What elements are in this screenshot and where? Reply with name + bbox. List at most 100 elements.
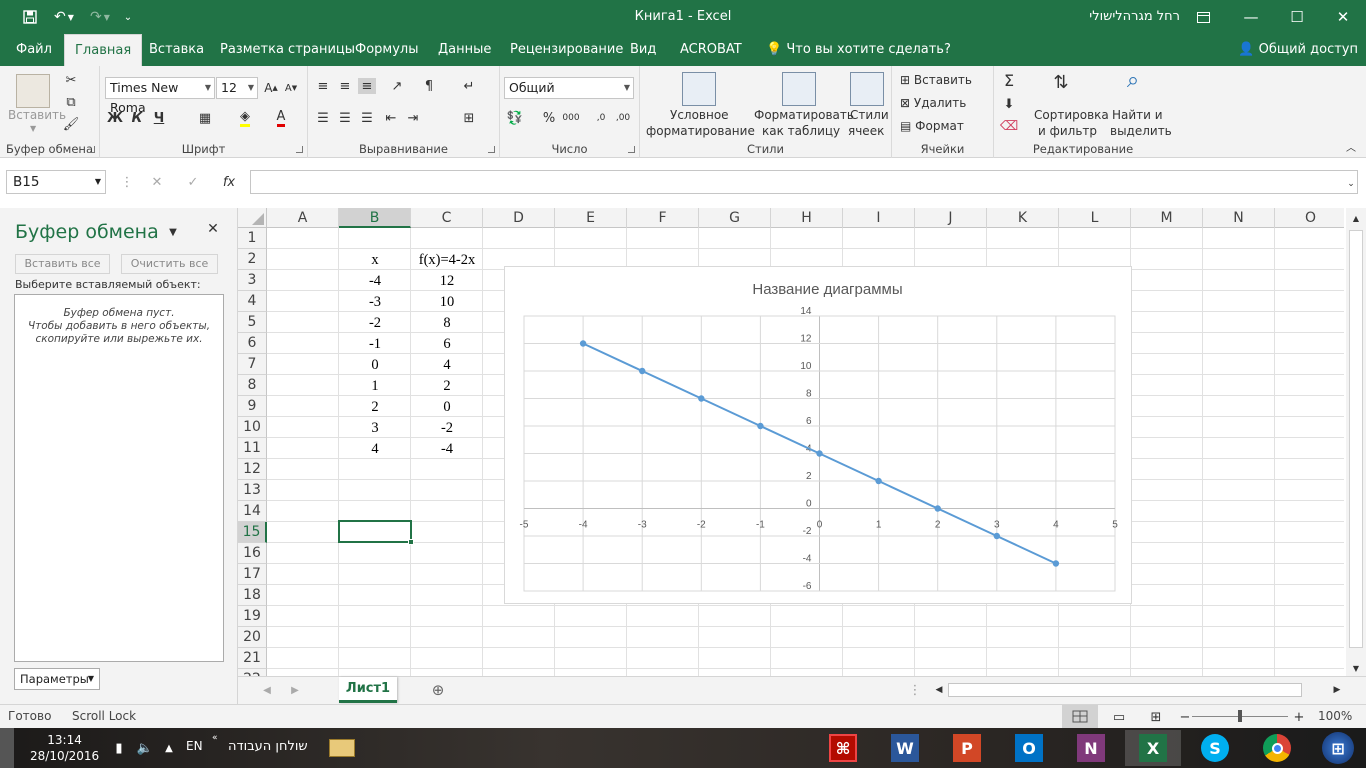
cell-c6[interactable]: 6 — [411, 334, 483, 355]
format-as-table-icon[interactable] — [782, 72, 816, 106]
ribbon-display-icon[interactable] — [1180, 0, 1226, 34]
find-select-label-1[interactable]: Найти и — [1112, 108, 1163, 122]
zoom-in-icon[interactable]: + — [1290, 709, 1308, 725]
tab-acrobat[interactable]: ACROBAT — [670, 34, 752, 66]
format-as-table-label-1[interactable]: Форматировать — [754, 108, 854, 122]
tab-view[interactable]: Вид — [620, 34, 666, 66]
row-header-4[interactable]: 4 — [238, 291, 267, 312]
zoom-level[interactable]: 100% — [1318, 709, 1352, 723]
clear-icon[interactable]: ⌫ — [1000, 118, 1018, 134]
insert-function-icon[interactable]: fx — [220, 174, 238, 190]
alignment-launcher-icon[interactable] — [488, 146, 495, 153]
cell-styles-icon[interactable] — [850, 72, 884, 106]
prev-sheet-icon[interactable]: ◀ — [258, 682, 276, 698]
decrease-decimal-icon[interactable]: ,00 — [614, 110, 632, 126]
font-size-combo[interactable]: 12 ▼ — [216, 77, 258, 99]
tab-formulas[interactable]: Формулы — [345, 34, 428, 66]
borders-icon[interactable]: ▦ — [196, 110, 214, 126]
collapse-ribbon-icon[interactable]: ︿ — [1342, 138, 1360, 154]
paste-all-button[interactable]: Вставить все — [15, 254, 110, 274]
cell-b5[interactable]: -2 — [339, 313, 411, 334]
column-header-f[interactable]: F — [627, 208, 699, 228]
taskbar-app-outlook[interactable]: O — [1001, 730, 1057, 766]
formula-input[interactable] — [250, 170, 1358, 194]
decrease-indent-icon[interactable]: ⇤ — [382, 110, 400, 126]
find-select-icon[interactable]: ⌕ — [1124, 68, 1142, 93]
cell-b6[interactable]: -1 — [339, 334, 411, 355]
increase-decimal-icon[interactable]: ,0 — [592, 110, 610, 126]
vertical-scrollbar[interactable]: ▲ ▼ — [1346, 208, 1366, 676]
paste-icon[interactable] — [16, 74, 50, 108]
cell-b8[interactable]: 1 — [339, 376, 411, 397]
conditional-formatting-label-2[interactable]: форматирование — [646, 124, 755, 138]
row-header-9[interactable]: 9 — [238, 396, 267, 417]
paste-button[interactable]: Вставить — [8, 108, 66, 122]
cell-b9[interactable]: 2 — [339, 397, 411, 418]
clock[interactable]: 13:14 28/10/2016 — [30, 732, 99, 764]
minimize-button[interactable]: — — [1228, 0, 1274, 34]
copy-icon[interactable]: ⧉ — [62, 94, 80, 110]
vertical-scroll-thumb[interactable] — [1349, 230, 1363, 648]
scroll-right-icon[interactable]: ▶ — [1328, 682, 1346, 698]
select-all-button[interactable] — [238, 208, 267, 228]
align-bottom-icon[interactable]: ≡ — [358, 78, 376, 94]
network-icon[interactable]: ▮ — [110, 740, 128, 756]
column-header-b[interactable]: B — [339, 208, 411, 228]
clipboard-launcher-icon[interactable] — [88, 146, 95, 153]
tab-data[interactable]: Данные — [428, 34, 501, 66]
cell-b10[interactable]: 3 — [339, 418, 411, 439]
column-header-i[interactable]: I — [843, 208, 915, 228]
cell-b7[interactable]: 0 — [339, 355, 411, 376]
comma-style-icon[interactable]: 000 — [562, 110, 580, 126]
cut-icon[interactable]: ✂ — [62, 72, 80, 88]
column-header-a[interactable]: A — [267, 208, 339, 228]
conditional-formatting-label-1[interactable]: Условное — [670, 108, 729, 122]
row-header-16[interactable]: 16 — [238, 543, 267, 564]
cancel-icon[interactable]: ✕ — [148, 174, 166, 190]
sort-filter-label-2[interactable]: и фильтр — [1038, 124, 1097, 138]
cell-c10[interactable]: -2 — [411, 418, 483, 439]
tab-review[interactable]: Рецензирование — [500, 34, 633, 66]
font-color-icon[interactable]: A — [272, 109, 290, 127]
autosum-icon[interactable]: Σ — [1000, 71, 1018, 90]
align-middle-icon[interactable]: ≡ — [336, 78, 354, 94]
show-desktop-button[interactable] — [0, 728, 14, 768]
selected-cell-b15[interactable] — [338, 520, 414, 545]
pane-options-icon[interactable]: ▼ — [164, 224, 182, 240]
fill-handle[interactable] — [408, 539, 414, 545]
merge-center-icon[interactable]: ⊞ — [460, 110, 478, 126]
format-painter-icon[interactable]: 🖌 — [62, 116, 80, 132]
start-button[interactable]: ⊞ — [1310, 730, 1366, 766]
tab-split-icon[interactable]: ⋮ — [906, 682, 924, 698]
orientation-icon[interactable]: ↗ — [388, 78, 406, 94]
desktop-toolbar-chevron-icon[interactable]: « — [212, 733, 218, 743]
column-header-g[interactable]: G — [699, 208, 771, 228]
scroll-left-icon[interactable]: ◀ — [930, 682, 948, 698]
taskbar-app-chrome[interactable] — [1249, 730, 1305, 766]
currency-icon[interactable]: 💱 — [506, 110, 524, 126]
row-header-10[interactable]: 10 — [238, 417, 267, 438]
row-header-22[interactable]: 22 — [238, 669, 267, 676]
align-top-icon[interactable]: ≡ — [314, 78, 332, 94]
tab-page-layout[interactable]: Разметка страницы — [210, 34, 365, 66]
sort-filter-label-1[interactable]: Сортировка — [1034, 108, 1109, 122]
row-header-6[interactable]: 6 — [238, 333, 267, 354]
decrease-font-icon[interactable]: A ▼ — [282, 80, 300, 96]
align-right-icon[interactable]: ☰ — [358, 110, 376, 126]
row-header-11[interactable]: 11 — [238, 438, 267, 459]
cell-styles-label-1[interactable]: Стили — [850, 108, 889, 122]
desktop-toolbar-label[interactable]: שולחן העבודה — [228, 739, 308, 754]
column-header-k[interactable]: K — [987, 208, 1059, 228]
row-header-19[interactable]: 19 — [238, 606, 267, 627]
align-left-icon[interactable]: ☰ — [314, 110, 332, 126]
name-box[interactable]: B15 ▼ — [6, 170, 106, 194]
page-break-view-icon[interactable]: ⊞ — [1147, 709, 1165, 725]
tab-home[interactable]: Главная — [64, 34, 143, 66]
column-header-e[interactable]: E — [555, 208, 627, 228]
scroll-down-icon[interactable]: ▼ — [1347, 660, 1365, 676]
tab-file[interactable]: Файл — [6, 34, 62, 66]
taskbar-app-excel[interactable]: X — [1125, 730, 1181, 766]
cell-c3[interactable]: 12 — [411, 271, 483, 292]
tray-expand-icon[interactable]: ▲ — [160, 740, 178, 756]
taskbar-app-acrobat[interactable]: ⌘ — [815, 730, 871, 766]
